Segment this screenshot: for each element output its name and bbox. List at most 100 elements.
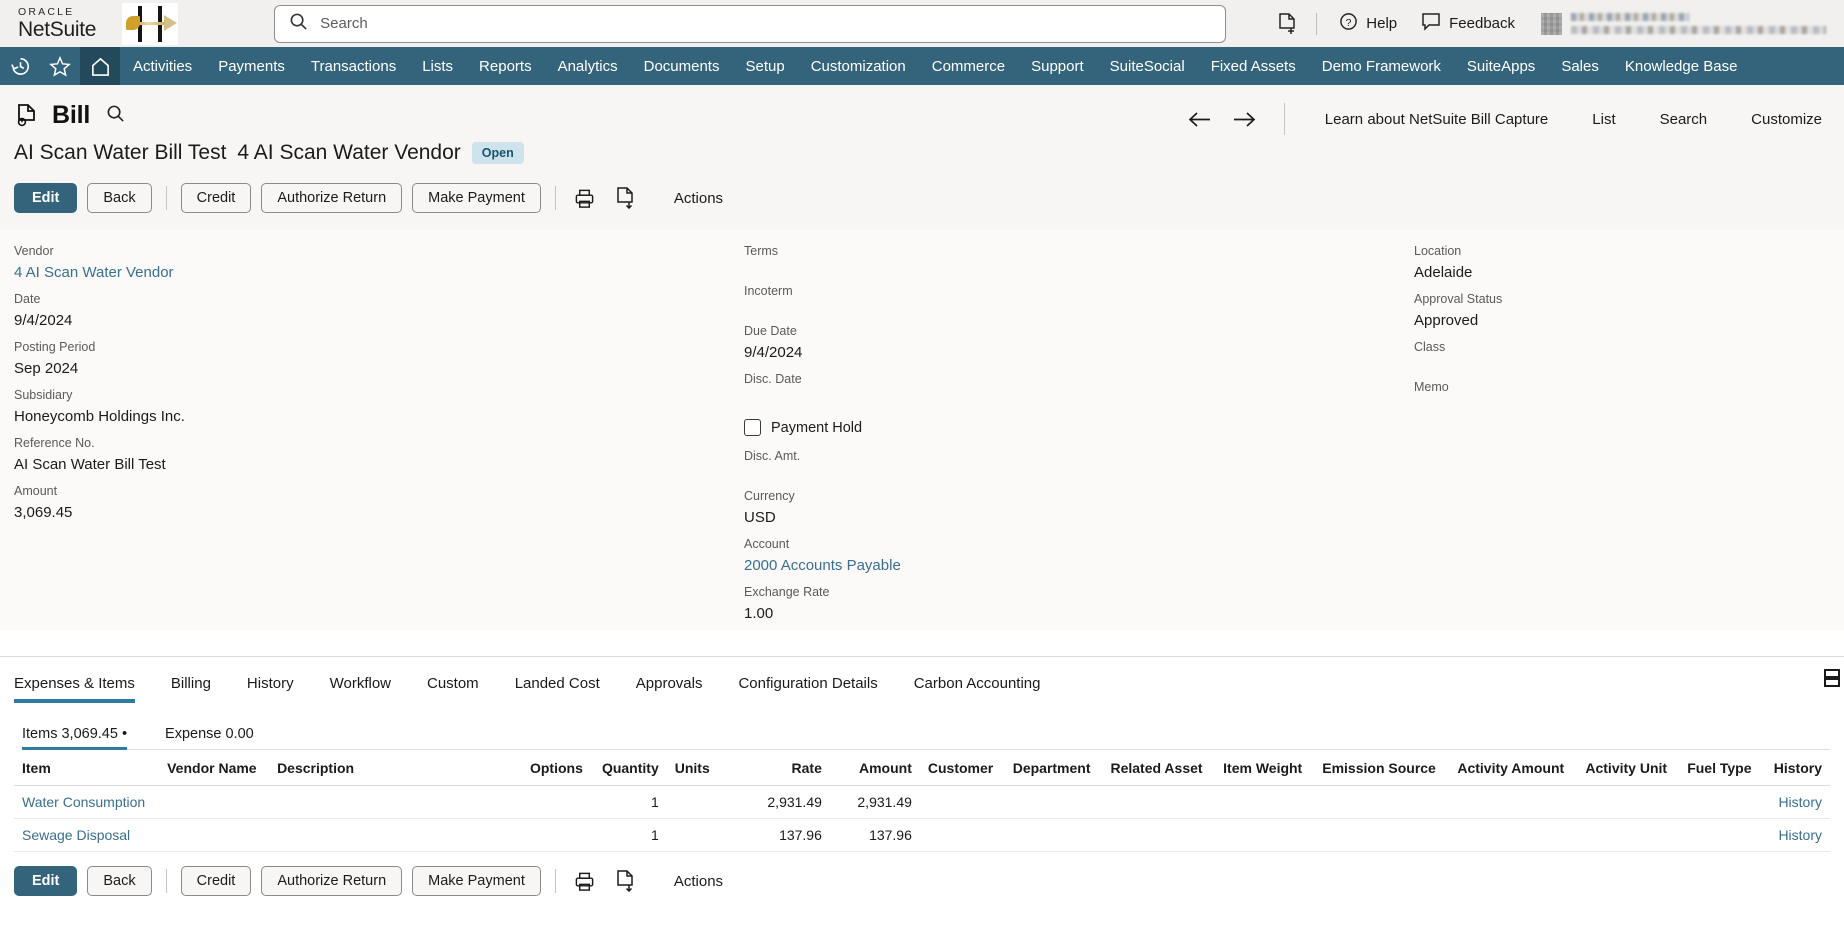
- nav-item-support[interactable]: Support: [1018, 47, 1097, 85]
- home-icon[interactable]: [80, 47, 120, 85]
- search-input[interactable]: [320, 15, 1212, 32]
- col-quantity[interactable]: Quantity: [590, 750, 667, 786]
- list-link[interactable]: List: [1570, 111, 1637, 128]
- tab-workflow[interactable]: Workflow: [330, 675, 391, 702]
- feedback-link[interactable]: Feedback: [1409, 12, 1527, 35]
- col-rate[interactable]: Rate: [719, 750, 830, 786]
- field-value-account[interactable]: 2000 Accounts Payable: [744, 554, 1414, 578]
- field-payment-hold[interactable]: Payment Hold: [744, 419, 1414, 436]
- cell-fuel-type: [1679, 818, 1763, 852]
- nav-item-payments[interactable]: Payments: [205, 47, 298, 85]
- next-record-arrow-icon[interactable]: [1222, 104, 1266, 134]
- col-units[interactable]: Units: [666, 750, 720, 786]
- tab-billing[interactable]: Billing: [171, 675, 211, 702]
- tab-history[interactable]: History: [247, 675, 294, 702]
- cell-related-asset: [1102, 785, 1216, 819]
- col-amount[interactable]: Amount: [829, 750, 920, 786]
- authorize-return-button[interactable]: Authorize Return: [261, 183, 403, 213]
- col-history[interactable]: History: [1762, 750, 1830, 786]
- col-department[interactable]: Department: [1004, 750, 1103, 786]
- search-link[interactable]: Search: [1638, 111, 1730, 128]
- nav-item-setup[interactable]: Setup: [732, 47, 797, 85]
- col-item[interactable]: Item: [14, 750, 160, 786]
- learn-bill-capture-link[interactable]: Learn about NetSuite Bill Capture: [1303, 111, 1570, 128]
- nav-item-documents[interactable]: Documents: [631, 47, 733, 85]
- authorize-return-button-bottom[interactable]: Authorize Return: [261, 866, 403, 896]
- new-document-icon[interactable]: [1268, 5, 1306, 43]
- tab-custom[interactable]: Custom: [427, 675, 479, 702]
- export-document-icon-bottom[interactable]: [610, 866, 640, 896]
- credit-button-bottom[interactable]: Credit: [180, 866, 252, 896]
- table-header-row: Item Vendor Name Description Options Qua…: [14, 750, 1830, 786]
- credit-button[interactable]: Credit: [180, 183, 252, 213]
- record-search-icon[interactable]: [106, 104, 125, 128]
- payment-hold-checkbox[interactable]: [744, 419, 761, 436]
- tab-landed-cost[interactable]: Landed Cost: [515, 675, 600, 702]
- back-button-bottom[interactable]: Back: [87, 866, 152, 896]
- col-activity-amount[interactable]: Activity Amount: [1449, 750, 1578, 786]
- make-payment-button[interactable]: Make Payment: [412, 183, 541, 213]
- tab-expenses-and-items[interactable]: Expenses & Items: [14, 675, 135, 703]
- tab-expense[interactable]: Expense 0.00: [165, 726, 254, 749]
- list-view-icon[interactable]: [1824, 669, 1840, 692]
- field-value-posting-period: Sep 2024: [14, 360, 79, 377]
- field-label: Reference No.: [14, 436, 95, 450]
- previous-record-arrow-icon[interactable]: [1178, 104, 1222, 134]
- cell-related-asset: [1102, 818, 1216, 852]
- field-value-class: [1414, 357, 1830, 373]
- actions-menu-bottom[interactable]: Actions: [674, 873, 723, 890]
- nav-item-suitesocial[interactable]: SuiteSocial: [1097, 47, 1198, 85]
- col-item-weight[interactable]: Item Weight: [1215, 750, 1315, 786]
- col-fuel-type[interactable]: Fuel Type: [1679, 750, 1763, 786]
- tab-carbon-accounting[interactable]: Carbon Accounting: [914, 675, 1041, 702]
- nav-item-transactions[interactable]: Transactions: [298, 47, 409, 85]
- printer-icon[interactable]: [570, 183, 600, 213]
- col-activity-unit[interactable]: Activity Unit: [1577, 750, 1680, 786]
- nav-item-activities[interactable]: Activities: [120, 47, 205, 85]
- table-row[interactable]: Water Consumption 1 2,931.49 2,931.49 Hi…: [14, 785, 1830, 819]
- star-icon[interactable]: [40, 47, 80, 85]
- col-vendor-name[interactable]: Vendor Name: [159, 750, 270, 786]
- table-row[interactable]: Sewage Disposal 1 137.96 137.96 History: [14, 818, 1830, 852]
- customize-link[interactable]: Customize: [1729, 111, 1844, 128]
- nav-item-reports[interactable]: Reports: [466, 47, 545, 85]
- printer-icon-bottom[interactable]: [570, 866, 600, 896]
- nav-item-fixed-assets[interactable]: Fixed Assets: [1198, 47, 1309, 85]
- edit-button[interactable]: Edit: [14, 183, 78, 213]
- field-disc-date: Disc. Date: [744, 369, 1414, 405]
- nav-item-sales[interactable]: Sales: [1548, 47, 1612, 85]
- field-value-vendor[interactable]: 4 AI Scan Water Vendor: [14, 261, 744, 285]
- nav-item-knowledge-base[interactable]: Knowledge Base: [1612, 47, 1751, 85]
- field-label: Posting Period: [14, 340, 96, 354]
- export-document-icon[interactable]: [610, 183, 640, 213]
- oracle-netsuite-logo[interactable]: ORACLE NetSuite: [18, 6, 96, 41]
- tab-items[interactable]: Items 3,069.45 •: [22, 726, 128, 750]
- actions-menu[interactable]: Actions: [674, 190, 723, 207]
- make-payment-button-bottom[interactable]: Make Payment: [412, 866, 541, 896]
- col-options[interactable]: Options: [519, 750, 591, 786]
- col-emission-source[interactable]: Emission Source: [1314, 750, 1450, 786]
- col-customer[interactable]: Customer: [919, 750, 1005, 786]
- cell-item[interactable]: Water Consumption: [14, 785, 160, 819]
- tab-configuration-details[interactable]: Configuration Details: [738, 675, 877, 702]
- user-account-block[interactable]: [1541, 12, 1826, 35]
- col-description[interactable]: Description: [269, 750, 520, 786]
- tab-approvals[interactable]: Approvals: [636, 675, 703, 702]
- col-related-asset[interactable]: Related Asset: [1102, 750, 1216, 786]
- nav-item-analytics[interactable]: Analytics: [545, 47, 631, 85]
- nav-item-commerce[interactable]: Commerce: [919, 47, 1018, 85]
- recent-history-icon[interactable]: [0, 47, 40, 85]
- back-button[interactable]: Back: [87, 183, 152, 213]
- global-search[interactable]: [274, 4, 1227, 43]
- cell-item[interactable]: Sewage Disposal: [14, 818, 160, 852]
- nav-item-lists[interactable]: Lists: [409, 47, 466, 85]
- edit-button-bottom[interactable]: Edit: [14, 866, 78, 896]
- nav-item-demo-framework[interactable]: Demo Framework: [1309, 47, 1454, 85]
- cell-history-link[interactable]: History: [1762, 785, 1830, 819]
- cell-fuel-type: [1679, 785, 1763, 819]
- record-vendor-name: 4 AI Scan Water Vendor: [237, 141, 461, 164]
- cell-history-link[interactable]: History: [1762, 818, 1830, 852]
- nav-item-suiteapps[interactable]: SuiteApps: [1454, 47, 1548, 85]
- help-link[interactable]: ? Help: [1327, 12, 1409, 35]
- nav-item-customization[interactable]: Customization: [798, 47, 919, 85]
